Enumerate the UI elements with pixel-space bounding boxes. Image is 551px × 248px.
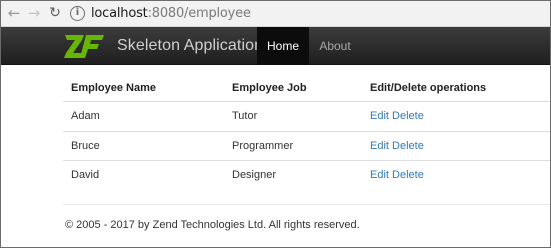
employee-name: Adam <box>71 110 100 122</box>
url-path: :8080/employee <box>147 6 251 21</box>
employee-table: Employee Name Employee Job Edit/Delete o… <box>63 73 550 189</box>
browser-toolbar: ← → ↻ i localhost:8080/employee <box>1 1 550 27</box>
row-operations: Edit Delete <box>370 102 424 131</box>
table-row: David Designer Edit Delete <box>63 160 550 189</box>
table-header-row: Employee Name Employee Job Edit/Delete o… <box>63 73 550 102</box>
employee-job: Designer <box>232 169 277 181</box>
forward-arrow-icon[interactable]: → <box>25 4 43 22</box>
employee-job: Tutor <box>232 110 258 122</box>
header-employee-job: Employee Job <box>232 82 307 94</box>
employee-name: Bruce <box>71 140 100 152</box>
site-info-icon[interactable]: i <box>70 6 85 21</box>
brand-title: Skeleton Application <box>117 37 264 54</box>
url-host: localhost <box>91 6 148 21</box>
edit-link[interactable]: Edit <box>370 110 389 122</box>
delete-link[interactable]: Delete <box>392 110 424 122</box>
reload-icon[interactable]: ↻ <box>46 4 64 22</box>
delete-link[interactable]: Delete <box>392 169 424 181</box>
employee-job: Programmer <box>232 140 294 152</box>
edit-link[interactable]: Edit <box>370 169 389 181</box>
brand-link[interactable]: Skeleton Application <box>64 27 263 65</box>
delete-link[interactable]: Delete <box>392 140 424 152</box>
table-row: Adam Tutor Edit Delete <box>63 102 550 131</box>
row-operations: Edit Delete <box>370 132 424 161</box>
footer-copyright: © 2005 - 2017 by Zend Technologies Ltd. … <box>65 219 360 231</box>
zf-logo-icon <box>64 35 104 58</box>
nav-about[interactable]: About <box>309 27 361 65</box>
navbar: Skeleton Application Home About <box>1 27 550 65</box>
footer-divider <box>63 204 550 205</box>
address-bar[interactable]: localhost:8080/employee <box>91 5 251 22</box>
nav-home[interactable]: Home <box>257 27 309 65</box>
row-operations: Edit Delete <box>370 161 424 190</box>
back-arrow-icon[interactable]: ← <box>5 4 23 22</box>
header-employee-name: Employee Name <box>71 82 156 94</box>
table-row: Bruce Programmer Edit Delete <box>63 131 550 160</box>
employee-name: David <box>71 169 100 181</box>
edit-link[interactable]: Edit <box>370 140 389 152</box>
header-operations: Edit/Delete operations <box>370 82 487 94</box>
